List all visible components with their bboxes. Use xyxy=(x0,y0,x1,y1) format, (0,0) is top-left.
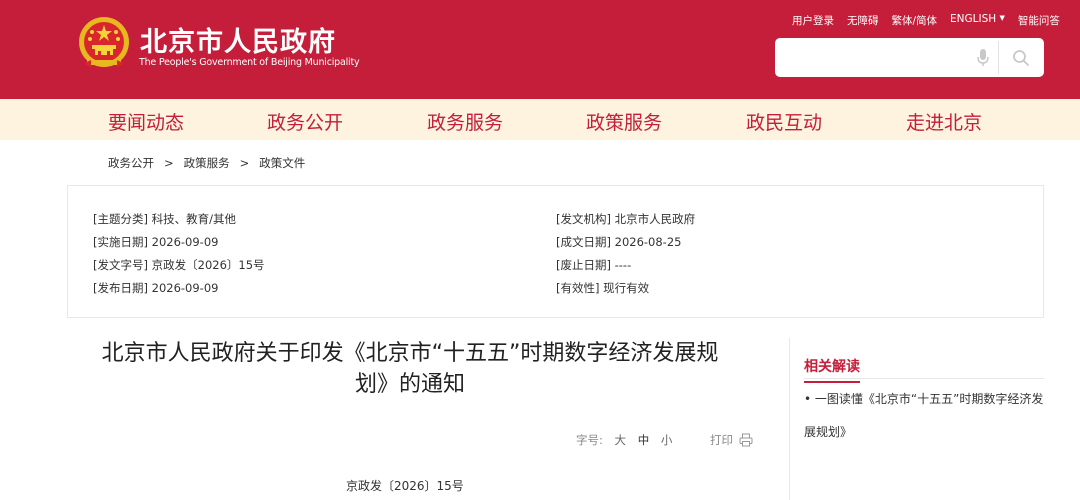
info-issuing-agency: [发文机构] 北京市人民政府 xyxy=(556,212,696,226)
article-title: 北京市人民政府关于印发《北京市“十五五”时期数字经济发展规 划》的通知 xyxy=(70,338,750,400)
printer-icon xyxy=(739,433,753,447)
print-button[interactable]: 打印 xyxy=(710,432,753,448)
breadcrumb-separator: > xyxy=(164,156,174,170)
related-reading-item[interactable]: • 一图读懂《北京市“十五五”时期数字经济发展规划》 xyxy=(804,383,1044,449)
search-separator xyxy=(998,41,999,74)
font-size-label: 字号: xyxy=(576,433,603,447)
font-size-control: 字号: 大 中 小 xyxy=(576,432,672,448)
info-topic: [主题分类] 科技、教育/其他 xyxy=(93,212,237,226)
site-title-en[interactable]: The People's Government of Beijing Munic… xyxy=(139,57,360,68)
caret-down-icon: ▼ xyxy=(999,14,1005,22)
article-title-line: 北京市人民政府关于印发《北京市“十五五”时期数字经济发展规 xyxy=(101,341,719,366)
top-links: 用户登录 无障碍 繁体/简体 ENGLISH ▼ 智能问答 xyxy=(792,13,1060,28)
accessibility-link[interactable]: 无障碍 xyxy=(847,13,879,28)
info-effective-date: [实施日期] 2026-09-09 xyxy=(93,235,219,249)
nav-item-news[interactable]: 要闻动态 xyxy=(108,108,184,135)
nav-item-interaction[interactable]: 政民互动 xyxy=(746,108,822,135)
document-info-box: [主题分类] 科技、教育/其他 [实施日期] 2026-09-09 [发文字号]… xyxy=(67,185,1044,318)
smart-qa-link[interactable]: 智能问答 xyxy=(1018,13,1060,28)
site-title[interactable]: 北京市人民政府 xyxy=(140,20,336,59)
traditional-simplified-link[interactable]: 繁体/简体 xyxy=(892,13,938,28)
info-doc-number: [发文字号] 京政发〔2026〕15号 xyxy=(93,258,265,272)
breadcrumb-separator: > xyxy=(239,156,250,170)
article-title-line: 划》的通知 xyxy=(354,372,465,397)
breadcrumb: 政务公开 > 政策服务 > 政策文件 xyxy=(108,155,305,171)
font-size-small[interactable]: 小 xyxy=(661,433,673,447)
breadcrumb-item[interactable]: 政策服务 xyxy=(184,156,230,170)
nav-item-policy-services[interactable]: 政策服务 xyxy=(586,108,662,135)
national-emblem-icon[interactable] xyxy=(77,16,131,72)
language-label: ENGLISH xyxy=(950,13,997,25)
info-written-date: [成文日期] 2026-08-25 xyxy=(556,235,682,249)
related-reading-heading: 相关解读 xyxy=(804,356,860,383)
breadcrumb-item[interactable]: 政策文件 xyxy=(259,156,305,170)
article-doc-number: 京政发〔2026〕15号 xyxy=(346,479,464,493)
login-link[interactable]: 用户登录 xyxy=(792,13,834,28)
language-dropdown[interactable]: ENGLISH ▼ xyxy=(950,13,1005,28)
info-repeal-date: [废止日期] ---- xyxy=(556,258,632,272)
sidebar-divider xyxy=(789,338,790,500)
nav-item-about-beijing[interactable]: 走进北京 xyxy=(906,108,982,135)
info-validity: [有效性] 现行有效 xyxy=(556,281,650,295)
microphone-icon[interactable] xyxy=(976,48,990,68)
nav-item-gov-services[interactable]: 政务服务 xyxy=(427,108,503,135)
print-label: 打印 xyxy=(710,433,733,447)
font-size-large[interactable]: 大 xyxy=(615,433,627,447)
search-icon[interactable] xyxy=(1012,49,1030,67)
search-box xyxy=(775,38,1044,77)
info-publish-date: [发布日期] 2026-09-09 xyxy=(93,281,219,295)
breadcrumb-item[interactable]: 政务公开 xyxy=(108,156,154,170)
main-nav: 要闻动态 政务公开 政务服务 政策服务 政民互动 走进北京 xyxy=(0,99,1080,140)
nav-item-gov-affairs-public[interactable]: 政务公开 xyxy=(267,108,343,135)
search-input[interactable] xyxy=(785,47,975,69)
font-size-medium[interactable]: 中 xyxy=(638,433,650,447)
